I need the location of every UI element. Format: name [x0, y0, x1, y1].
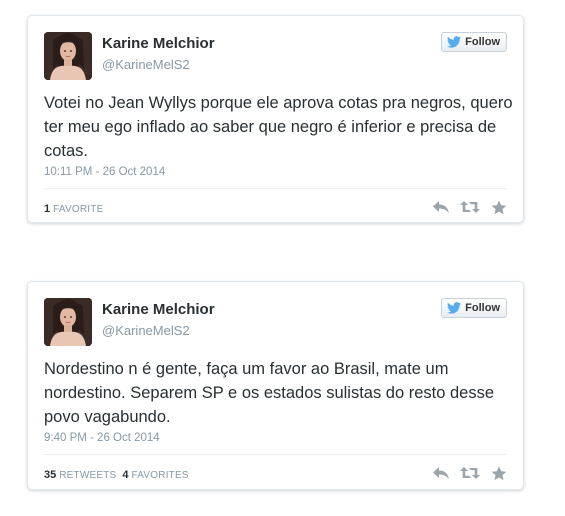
avatar[interactable] [44, 298, 92, 346]
twitter-bird-icon [447, 36, 462, 48]
tweet-card: Karine Melchior @KarineMelS2 Follow Vote… [27, 15, 524, 223]
favorites-stat[interactable]: 1 FAVORITE [44, 203, 103, 215]
follow-label: Follow [465, 36, 500, 48]
user-handle[interactable]: @KarineMelS2 [102, 57, 190, 72]
tweet-timestamp[interactable]: 10:11 PM - 26 Oct 2014 [44, 166, 165, 178]
tweet-stats: 35 RETWEETS 4 FAVORITES [44, 469, 189, 481]
retweet-icon[interactable] [460, 198, 480, 216]
retweets-label: RETWEETS [59, 470, 117, 481]
retweet-icon[interactable] [460, 464, 480, 482]
star-icon[interactable] [489, 198, 509, 216]
twitter-bird-icon [447, 302, 462, 314]
favorites-stat[interactable]: 4 FAVORITES [122, 469, 188, 481]
favorites-label: FAVORITES [131, 470, 189, 481]
divider [44, 454, 507, 455]
favorites-label: FAVORITE [53, 204, 104, 215]
user-handle[interactable]: @KarineMelS2 [102, 323, 190, 338]
star-icon[interactable] [489, 464, 509, 482]
tweet-stats: 1 FAVORITE [44, 203, 103, 215]
follow-label: Follow [465, 302, 500, 314]
retweets-count: 35 [44, 469, 57, 481]
avatar[interactable] [44, 32, 92, 80]
follow-button[interactable]: Follow [441, 32, 507, 52]
display-name[interactable]: Karine Melchior [102, 301, 215, 318]
retweets-stat[interactable]: 35 RETWEETS [44, 469, 116, 481]
tweet-actions [431, 198, 509, 216]
reply-icon[interactable] [431, 198, 451, 216]
tweet-timestamp[interactable]: 9:40 PM - 26 Oct 2014 [44, 432, 160, 444]
tweet-card: Karine Melchior @KarineMelS2 Follow Nord… [27, 281, 524, 490]
display-name[interactable]: Karine Melchior [102, 35, 215, 52]
tweet-actions [431, 464, 509, 482]
reply-icon[interactable] [431, 464, 451, 482]
divider [44, 188, 507, 189]
follow-button[interactable]: Follow [441, 298, 507, 318]
tweet-text: Nordestino n é gente, faça um favor ao B… [44, 360, 495, 426]
favorites-count: 4 [122, 469, 129, 481]
favorites-count: 1 [44, 203, 51, 215]
tweet-text: Votei no Jean Wyllys porque ele aprova c… [44, 94, 513, 160]
